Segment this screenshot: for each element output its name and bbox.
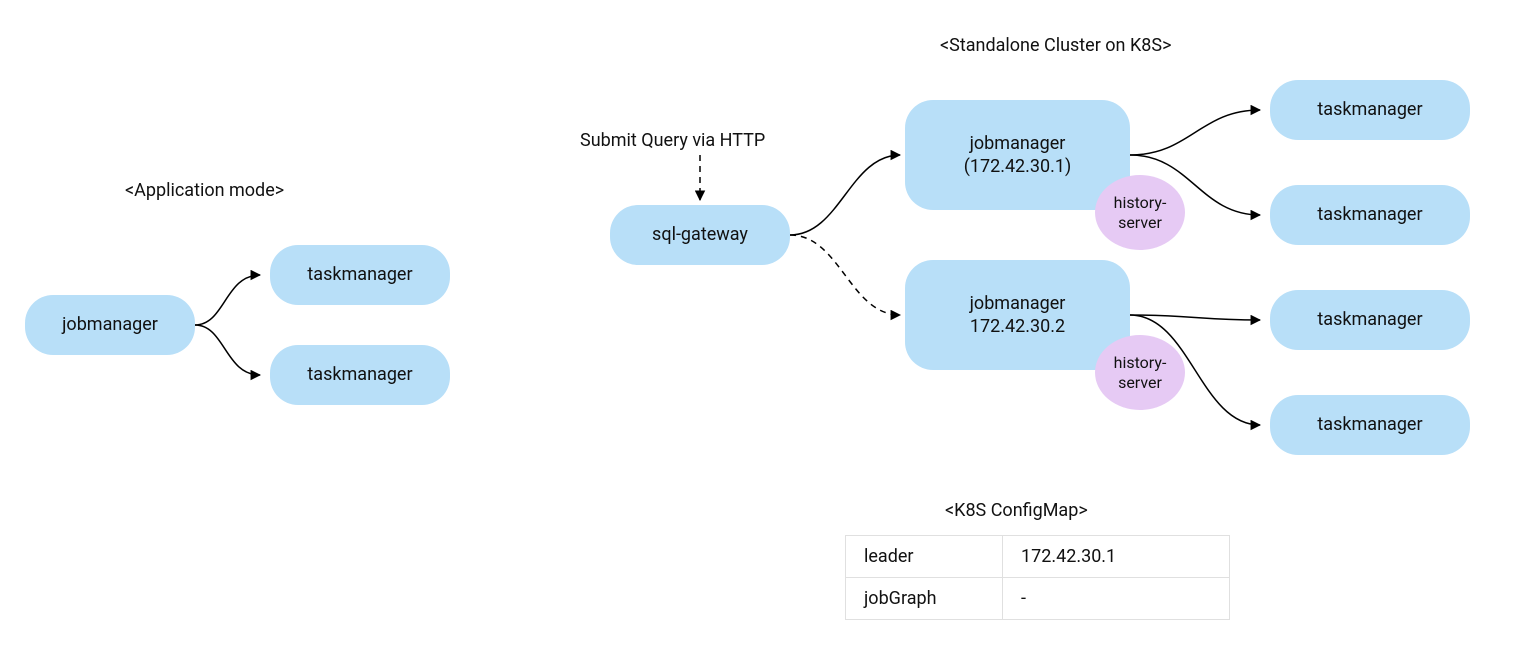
node-taskmanager-c: taskmanager: [1270, 290, 1470, 350]
node-jobmanager-2-line2: 172.42.30.2: [970, 316, 1065, 337]
node-taskmanager-a: taskmanager: [1270, 80, 1470, 140]
badge-history-server-1: history- server: [1095, 175, 1185, 250]
node-jobmanager-1-line2: (172.42.30.1): [964, 156, 1072, 177]
badge-history-server-2: history- server: [1095, 335, 1185, 410]
table-k8s-configmap: leader 172.42.30.1 jobGraph -: [845, 535, 1230, 620]
node-taskmanager-d: taskmanager: [1270, 395, 1470, 455]
node-taskmanager-left-2: taskmanager: [270, 345, 450, 405]
cell-jobgraph-key: jobGraph: [846, 578, 1003, 620]
node-taskmanager-b: taskmanager: [1270, 185, 1470, 245]
node-jobmanager-1-line1: jobmanager: [970, 133, 1066, 154]
title-standalone-cluster: <Standalone Cluster on K8S>: [940, 35, 1171, 56]
title-k8s-configmap: <K8S ConfigMap>: [945, 500, 1088, 521]
label-submit-query-http: Submit Query via HTTP: [580, 130, 765, 151]
cell-leader-key: leader: [846, 536, 1003, 578]
node-jobmanager-1: jobmanager (172.42.30.1): [905, 100, 1130, 210]
cell-leader-value: 172.42.30.1: [1003, 536, 1230, 578]
title-application-mode: <Application mode>: [125, 180, 284, 201]
node-jobmanager-left: jobmanager: [25, 295, 195, 355]
cell-jobgraph-value: -: [1003, 578, 1230, 620]
table-row: jobGraph -: [846, 578, 1230, 620]
node-taskmanager-left-1: taskmanager: [270, 245, 450, 305]
node-jobmanager-2-line1: jobmanager: [970, 293, 1066, 314]
node-jobmanager-2: jobmanager 172.42.30.2: [905, 260, 1130, 370]
node-sql-gateway: sql-gateway: [610, 205, 790, 265]
table-row: leader 172.42.30.1: [846, 536, 1230, 578]
